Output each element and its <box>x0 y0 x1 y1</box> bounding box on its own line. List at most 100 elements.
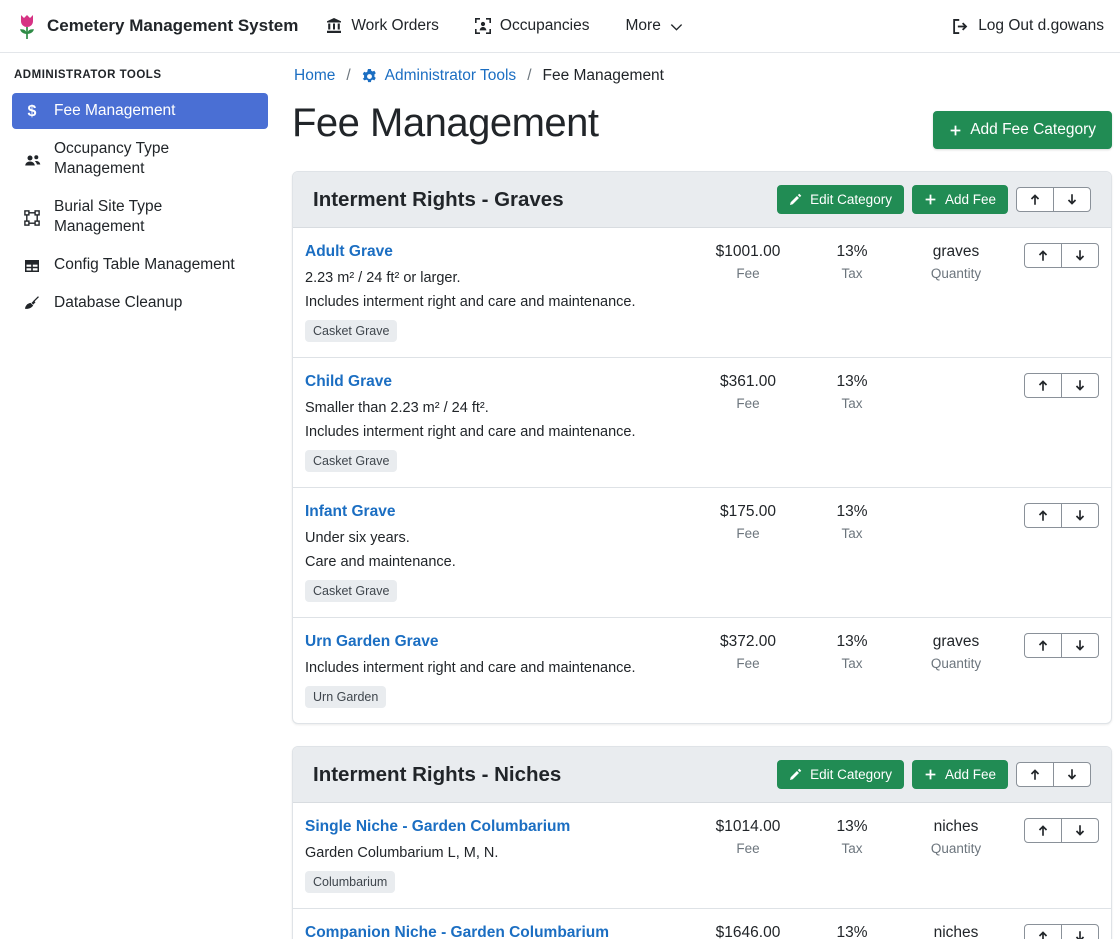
add-fee-button[interactable]: Add Fee <box>912 185 1008 214</box>
fee-tax: 13% <box>800 373 904 391</box>
fee-type-badge: Urn Garden <box>305 686 386 708</box>
nav-item-more[interactable]: More <box>626 17 683 35</box>
fee-tax-label: Tax <box>800 526 904 541</box>
fee-name-link[interactable]: Companion Niche - Garden Columbarium <box>305 924 609 939</box>
move-fee-up-button[interactable] <box>1024 633 1062 658</box>
fee-type-badge: Columbarium <box>305 871 395 893</box>
nav-item-work-orders[interactable]: Work Orders <box>326 17 439 35</box>
sidebar-item-config-table-management[interactable]: Config Table Management <box>12 247 268 283</box>
reorder-group <box>1024 243 1099 268</box>
fee-tax-label: Tax <box>800 841 904 856</box>
fee-amount: $372.00 <box>696 633 800 651</box>
fee-quantity-label: Quantity <box>904 266 1008 281</box>
fee-tax: 13% <box>800 633 904 651</box>
move-fee-up-button[interactable] <box>1024 503 1062 528</box>
users-icon <box>23 141 41 179</box>
nav-item-occupancies[interactable]: Occupancies <box>475 17 590 35</box>
vector-square-icon <box>23 199 41 237</box>
move-fee-up-button[interactable] <box>1024 924 1062 939</box>
arrow-up-icon <box>1037 249 1049 262</box>
category-title: Interment Rights - Graves <box>313 188 564 212</box>
sidebar-item-database-cleanup[interactable]: Database Cleanup <box>12 285 268 321</box>
fee-name-link[interactable]: Child Grave <box>305 373 392 391</box>
fee-type-badge: Casket Grave <box>305 450 397 472</box>
fee-quantity: niches <box>904 924 1008 939</box>
broom-icon <box>23 295 41 313</box>
breadcrumb-admin-tools-link[interactable]: Administrator Tools <box>362 67 517 85</box>
app-brand[interactable]: Cemetery Management System <box>16 13 298 40</box>
fee-tax-col: 13%Tax <box>800 818 904 856</box>
fee-quantity-col: nichesQuantity <box>904 818 1008 856</box>
sidebar-heading: ADMINISTRATOR TOOLS <box>0 67 280 91</box>
arrow-up-icon <box>1037 930 1049 939</box>
plus-icon <box>924 768 937 781</box>
fee-amount-col: $1001.00 Fee <box>696 243 800 281</box>
move-category-down-button[interactable] <box>1053 187 1091 212</box>
fee-row: Single Niche - Garden ColumbariumGarden … <box>293 803 1111 908</box>
fee-tax: 13% <box>800 924 904 939</box>
add-fee-button[interactable]: Add Fee <box>912 760 1008 789</box>
fee-description: Includes interment right and care and ma… <box>305 424 688 440</box>
plus-icon <box>949 124 962 137</box>
arrow-up-icon <box>1029 768 1041 781</box>
move-fee-down-button[interactable] <box>1061 503 1099 528</box>
fee-name-link[interactable]: Infant Grave <box>305 503 395 521</box>
fee-type-badge: Casket Grave <box>305 320 397 342</box>
sidebar: ADMINISTRATOR TOOLS $Fee ManagementOccup… <box>0 53 280 939</box>
reorder-group <box>1024 503 1099 528</box>
move-category-up-button[interactable] <box>1016 187 1054 212</box>
move-category-up-button[interactable] <box>1016 762 1054 787</box>
fee-description: Care and maintenance. <box>305 554 688 570</box>
logout-label: Log Out d.gowans <box>978 17 1104 35</box>
fee-quantity: graves <box>904 633 1008 651</box>
fee-amount-label: Fee <box>696 526 800 541</box>
arrow-up-icon <box>1037 824 1049 837</box>
arrow-down-icon <box>1074 509 1086 522</box>
fee-quantity-label: Quantity <box>904 656 1008 671</box>
fee-name-link[interactable]: Urn Garden Grave <box>305 633 439 651</box>
move-fee-down-button[interactable] <box>1061 243 1099 268</box>
move-fee-down-button[interactable] <box>1061 633 1099 658</box>
fee-amount: $1001.00 <box>696 243 800 261</box>
table-icon <box>23 257 41 275</box>
arrow-up-icon <box>1037 639 1049 652</box>
fee-quantity-col: gravesQuantity <box>904 243 1008 281</box>
move-fee-up-button[interactable] <box>1024 818 1062 843</box>
arrow-down-icon <box>1074 824 1086 837</box>
move-fee-up-button[interactable] <box>1024 243 1062 268</box>
fee-name-link[interactable]: Single Niche - Garden Columbarium <box>305 818 570 836</box>
reorder-group <box>1024 818 1099 843</box>
add-fee-category-button[interactable]: Add Fee Category <box>933 111 1112 149</box>
fee-name-link[interactable]: Adult Grave <box>305 243 393 261</box>
app-logo-icon <box>16 13 38 40</box>
arrow-up-icon <box>1037 509 1049 522</box>
fee-amount: $1646.00 <box>696 924 800 939</box>
sidebar-item-fee-management[interactable]: $Fee Management <box>12 93 268 129</box>
fee-amount-label: Fee <box>696 266 800 281</box>
arrow-down-icon <box>1074 249 1086 262</box>
sidebar-item-burial-site-type-management[interactable]: Burial Site Type Management <box>12 189 268 245</box>
edit-category-button[interactable]: Edit Category <box>777 185 904 214</box>
dollar-icon: $ <box>23 103 41 121</box>
breadcrumb-home-link[interactable]: Home <box>294 67 335 85</box>
reorder-group <box>1024 373 1099 398</box>
move-category-down-button[interactable] <box>1053 762 1091 787</box>
fee-row: Infant GraveUnder six years.Care and mai… <box>293 487 1111 617</box>
move-fee-down-button[interactable] <box>1061 818 1099 843</box>
fee-amount: $1014.00 <box>696 818 800 836</box>
category-header: Interment Rights - Graves Edit Category Ad… <box>293 172 1111 228</box>
fee-quantity-col: graves Quantity <box>904 633 1008 671</box>
fee-quantity-col: nichesQuantity <box>904 924 1008 939</box>
fee-tax-col: 13%Tax <box>800 243 904 281</box>
arrow-up-icon <box>1037 379 1049 392</box>
fee-tax: 13% <box>800 503 904 521</box>
move-fee-down-button[interactable] <box>1061 924 1099 939</box>
fee-amount-col: $1646.00Fee <box>696 924 800 939</box>
logout-link[interactable]: Log Out d.gowans <box>952 17 1104 35</box>
edit-category-button[interactable]: Edit Category <box>777 760 904 789</box>
sidebar-item-occupancy-type-management[interactable]: Occupancy Type Management <box>12 131 268 187</box>
fee-category-card: Interment Rights - NichesEdit CategoryAd… <box>292 746 1112 939</box>
move-fee-up-button[interactable] <box>1024 373 1062 398</box>
main-content: Home / Administrator Tools / Fee Managem… <box>280 53 1120 939</box>
move-fee-down-button[interactable] <box>1061 373 1099 398</box>
